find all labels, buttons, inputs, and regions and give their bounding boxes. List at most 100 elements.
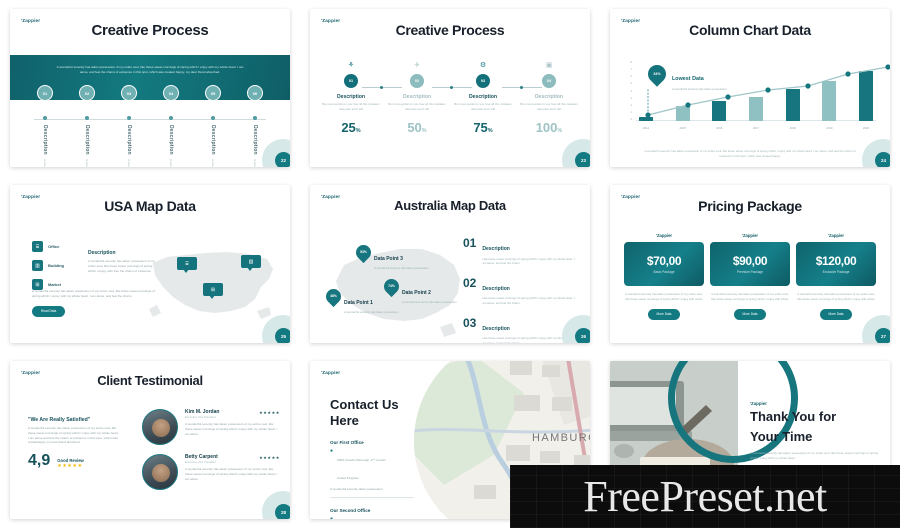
step-card[interactable]: ✈ 02 Description But must explain to you… [386, 61, 448, 135]
step-percent: 50% [386, 120, 448, 135]
step-card[interactable]: ⚙ 03 Description But must explain to you… [452, 61, 514, 135]
market-icon: ⊞ [210, 286, 216, 293]
office-note-first: A wonderful serenity taken possession [330, 486, 383, 491]
price-box: $70,00 Basic Package [624, 242, 704, 286]
slide-cell-6: Zappier Pricing Package Zappier $70,00 B… [600, 176, 900, 352]
page-number: 23 [575, 152, 590, 167]
testimonial-card[interactable]: Kim M. Jordan ★★★★★ Executive Vice Presi… [142, 409, 280, 445]
slide-creative-timeline[interactable]: Zappier Creative Process A wonderful ser… [10, 9, 290, 167]
testimonial-summary: "We Are Really Satisfied" A wonderful se… [28, 417, 120, 469]
contact-title-line2: Here [330, 413, 359, 429]
thankyou-title-line1: Thank You for [750, 409, 837, 424]
map-pin-market[interactable]: ⊞ [203, 283, 223, 299]
page-title: Australia Map Data [394, 198, 506, 213]
slide-column-chart[interactable]: Zappier Column Chart Data 8 7 6 5 4 3 2 … [610, 9, 890, 167]
timeline-marks [10, 116, 290, 120]
slide-australia-map[interactable]: Zappier Australia Map Data 53% Data Poin… [310, 185, 590, 343]
location-pin-icon: ● [330, 516, 333, 519]
person-quote: A wonderful serenity has taken possessio… [185, 422, 278, 436]
pricing-card-exclusive[interactable]: Zappier $120,00 Exclusive Package A wond… [796, 233, 876, 320]
pricing-card-premium[interactable]: Zappier $90,00 Premium Package A wonderf… [710, 233, 790, 320]
data-pin-3[interactable]: 53% [352, 241, 375, 264]
slide-creative-steps[interactable]: Zappier Creative Process ⚘ 01 Descriptio… [310, 9, 590, 167]
timeline-mark [169, 116, 173, 120]
numbered-item[interactable]: 02 Description Like these sweet mornings… [463, 277, 578, 306]
description-title: Description [88, 250, 116, 256]
timeline-dot[interactable]: 03 [121, 85, 137, 101]
thankyou-text: A wonderful serenity has taken possessio… [750, 450, 879, 460]
timeline-label-sub: A wonderful serenity [211, 159, 215, 167]
slide-usa-map[interactable]: Zappier USA Map Data ⌸ Office ▥ Building… [10, 185, 290, 343]
step-number: 01 [344, 74, 358, 88]
score-value: 4,9 [28, 452, 51, 470]
callout-description: A wonderful serenity has taken possessio… [672, 86, 727, 91]
y-tick: 7 [630, 68, 632, 72]
usa-map-graphic: ⌸ ▥ ⊞ [145, 243, 280, 327]
testimonial-cards: Kim M. Jordan ★★★★★ Executive Vice Presi… [142, 409, 280, 499]
numbered-item[interactable]: 03 Description Like these sweet mornings… [463, 317, 578, 343]
step-description: But must explain to you how all this mis… [520, 102, 578, 111]
more-data-button[interactable]: More Data [647, 308, 681, 320]
address-line2: United Kingdom [337, 475, 360, 480]
page-title: Client Testimonial [97, 373, 203, 388]
step-card[interactable]: ⚘ 01 Description But must explain to you… [320, 61, 382, 135]
step-percent-value: 100 [535, 120, 558, 136]
timeline-label: Description A wonderful serenity [162, 125, 180, 167]
legend-label: Office [48, 244, 60, 249]
timeline-dot[interactable]: 06 [247, 85, 263, 101]
x-tick: 2015 [679, 126, 686, 130]
y-tick: 3 [630, 96, 632, 100]
step-card[interactable]: ▣ 04 Description But must explain to you… [518, 61, 580, 135]
pin-value: 53% [360, 250, 367, 254]
plan-name: Basic Package [653, 270, 675, 274]
slide-cell-3: Zappier Column Chart Data 8 7 6 5 4 3 2 … [600, 0, 900, 176]
data-label-2: Data Point 2 A wonderful serenity has ta… [402, 281, 460, 304]
timeline-label: Description A wonderful serenity [36, 125, 54, 167]
data-label-3: Data Point 3 A wonderful serenity has ta… [374, 247, 434, 270]
more-data-button[interactable]: More Data [733, 308, 767, 320]
page-title: USA Map Data [104, 198, 196, 214]
avatar [142, 454, 178, 490]
percent-unit: % [487, 128, 493, 135]
timeline-dot[interactable]: 04 [163, 85, 179, 101]
slide-testimonial[interactable]: Zappier Client Testimonial "We Are Reall… [10, 361, 290, 519]
plan-description: A wonderful serenity has taken possessio… [797, 292, 875, 302]
timeline-dot[interactable]: 02 [79, 85, 95, 101]
page-title: Creative Process [395, 22, 505, 38]
step-number: 03 [476, 74, 490, 88]
page-number: 24 [875, 152, 890, 167]
timeline-label-sub: A wonderful serenity [253, 159, 257, 167]
contact-title-line1: Contact Us [330, 397, 399, 412]
timeline-mark [253, 116, 257, 120]
y-tick: 1 [630, 110, 632, 114]
item-number: 03 [463, 315, 477, 330]
timeline-dot[interactable]: 01 [37, 85, 53, 101]
steps-row: ⚘ 01 Description But must explain to you… [320, 61, 580, 135]
timeline-label-sub: A wonderful serenity [169, 159, 173, 167]
gear-icon: ⚙ [479, 62, 487, 69]
price-value: $90,00 [732, 254, 768, 268]
more-data-button[interactable]: More Data [819, 308, 853, 320]
map-pin-building[interactable]: ▥ [241, 255, 261, 271]
timeline-label-title: Description [42, 125, 48, 155]
item-title: Description [482, 285, 510, 292]
lowest-data-marker[interactable]: 34% [644, 61, 670, 87]
data-pin-2[interactable]: 74% [380, 275, 403, 298]
chart-callout: Lowest Data A wonderful serenity has tak… [672, 67, 727, 91]
step-percent-value: 25 [341, 120, 356, 136]
slide-cell-7: Zappier Client Testimonial "We Are Reall… [0, 352, 300, 528]
map-pin-office[interactable]: ⌸ [177, 257, 197, 273]
pricing-card-basic[interactable]: Zappier $70,00 Basic Package A wonderful… [624, 233, 704, 320]
numbered-item[interactable]: 01 Description Like these sweet mornings… [463, 237, 578, 266]
plan-name: Premium Package [736, 270, 764, 274]
testimonial-card[interactable]: Betty Carpent ★★★★★ Executive Vice Presi… [142, 454, 280, 490]
slide-pricing[interactable]: Zappier Pricing Package Zappier $70,00 B… [610, 185, 890, 343]
data-pin-1[interactable]: 48% [322, 285, 345, 308]
slide-cell-4: Zappier USA Map Data ⌸ Office ▥ Building… [0, 176, 300, 352]
y-tick: 2 [630, 103, 632, 107]
price-box: $120,00 Exclusive Package [796, 242, 876, 286]
read-data-button[interactable]: Read Data [32, 305, 66, 317]
brand-logo: Zappier [321, 18, 340, 23]
item-number: 01 [463, 236, 477, 250]
timeline-dot[interactable]: 05 [205, 85, 221, 101]
